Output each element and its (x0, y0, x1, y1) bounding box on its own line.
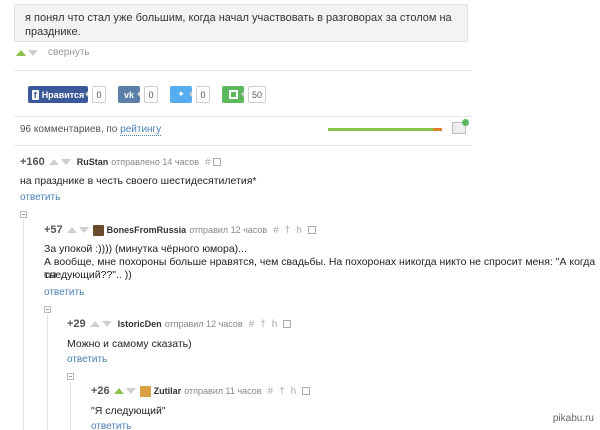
twitter-icon: ✦ (177, 89, 185, 99)
save-icon (228, 90, 238, 99)
upvote-icon[interactable] (66, 227, 77, 233)
comment-meta: отправил 12 часов (189, 225, 268, 235)
save-comment-icon[interactable] (307, 226, 316, 234)
comment-author[interactable]: IstoricDen (118, 319, 162, 329)
rating-bar-negative (433, 128, 442, 131)
reply-link[interactable]: ответить (67, 354, 107, 365)
comment-text: "Я следующий" (91, 405, 166, 417)
downvote-icon[interactable] (78, 227, 89, 233)
divider (14, 145, 472, 146)
comment-author[interactable]: RuStan (77, 157, 109, 167)
comment-meta: отправлено 14 часов (111, 157, 199, 167)
watermark: pikabu.ru (552, 413, 594, 424)
downvote-icon[interactable] (60, 159, 71, 165)
comments-count: 96 комментариев, по (20, 124, 118, 135)
comment-score: +29 (67, 318, 86, 330)
image-icon[interactable] (452, 119, 469, 134)
comment-score: +57 (44, 224, 63, 236)
comments-header: 96 комментариев, по рейтингу (20, 124, 162, 136)
h-icon[interactable]: h (296, 225, 302, 236)
dagger-icon[interactable]: † (279, 386, 285, 397)
comment-text-line: следующий??".. )) (44, 269, 132, 281)
top-comment-box: я понял что стал уже большим, когда нача… (14, 4, 468, 42)
avatar (92, 224, 104, 236)
facebook-count: 0 (92, 86, 106, 103)
upvote-icon[interactable] (89, 321, 100, 327)
top-comment-vote: свернуть (16, 47, 90, 58)
comment-meta: отправил 12 часов (164, 319, 243, 329)
comment-header: +29 IstoricDen отправил 12 часов # † h (67, 318, 292, 330)
comment-author[interactable]: BonesFromRussia (107, 225, 187, 235)
thread-line (23, 220, 24, 430)
save-comment-icon[interactable] (302, 387, 311, 395)
reply-link[interactable]: ответить (20, 192, 60, 203)
divider (14, 70, 472, 71)
avatar (139, 385, 151, 397)
hash-icon[interactable]: # (249, 319, 255, 330)
share-bar: f Нравится 0 vk 0 ✦ 0 50 (28, 86, 278, 103)
h-icon[interactable]: h (272, 319, 278, 330)
hash-icon[interactable]: # (268, 386, 274, 397)
hash-icon[interactable]: # (273, 225, 279, 236)
comment-header: +160 RuStan отправлено 14 часов # (20, 156, 221, 168)
facebook-icon: f (31, 89, 39, 100)
dagger-icon[interactable]: † (260, 319, 266, 330)
comment-author[interactable]: Zutilar (154, 386, 182, 396)
reply-link[interactable]: ответить (91, 421, 131, 430)
sort-rating-link[interactable]: рейтингу (120, 124, 162, 136)
thread-line (47, 315, 48, 430)
thread-line (70, 382, 71, 430)
reply-link[interactable]: ответить (44, 287, 84, 298)
comment-score: +160 (20, 156, 45, 168)
facebook-like-button[interactable]: f Нравится (28, 86, 88, 103)
twitter-count: 0 (196, 86, 210, 103)
save-count: 50 (248, 86, 266, 103)
downvote-icon[interactable] (28, 49, 38, 56)
downvote-icon[interactable] (125, 388, 136, 394)
comment-score: +26 (91, 385, 110, 397)
h-icon[interactable]: h (291, 386, 297, 397)
save-comment-icon[interactable] (283, 320, 292, 328)
downvote-icon[interactable] (101, 321, 112, 327)
vk-count: 0 (144, 86, 158, 103)
check-badge-icon (462, 119, 469, 126)
collapse-thread-icon[interactable] (20, 211, 27, 218)
collapse-thread-icon[interactable] (67, 373, 74, 380)
dagger-icon[interactable]: † (285, 225, 291, 236)
collapse-link[interactable]: свернуть (48, 47, 90, 58)
collapse-thread-icon[interactable] (44, 306, 51, 313)
comment-header: +57 BonesFromRussia отправил 12 часов # … (44, 224, 316, 236)
top-comment-text: я понял что стал уже большим, когда нача… (25, 12, 452, 38)
comment-meta: отправил 11 часов (184, 386, 262, 396)
upvote-icon[interactable] (113, 388, 124, 394)
comment-text: Можно и самому сказать) (67, 338, 192, 350)
upvote-icon[interactable] (16, 49, 26, 56)
vk-icon: vk (123, 89, 134, 100)
like-label: Нравится (41, 89, 85, 100)
upvote-icon[interactable] (48, 159, 59, 165)
comment-text-line: За упокой :)))) (минутка чёрного юмора).… (44, 243, 247, 255)
rating-bar-positive (328, 128, 442, 131)
comment-header: +26 Zutilar отправил 11 часов # † h (91, 385, 311, 397)
divider (14, 116, 472, 117)
comment-text: на празднике в честь своего шестидесятил… (20, 175, 257, 187)
save-comment-icon[interactable] (212, 158, 221, 166)
hash-icon[interactable]: # (205, 157, 211, 168)
